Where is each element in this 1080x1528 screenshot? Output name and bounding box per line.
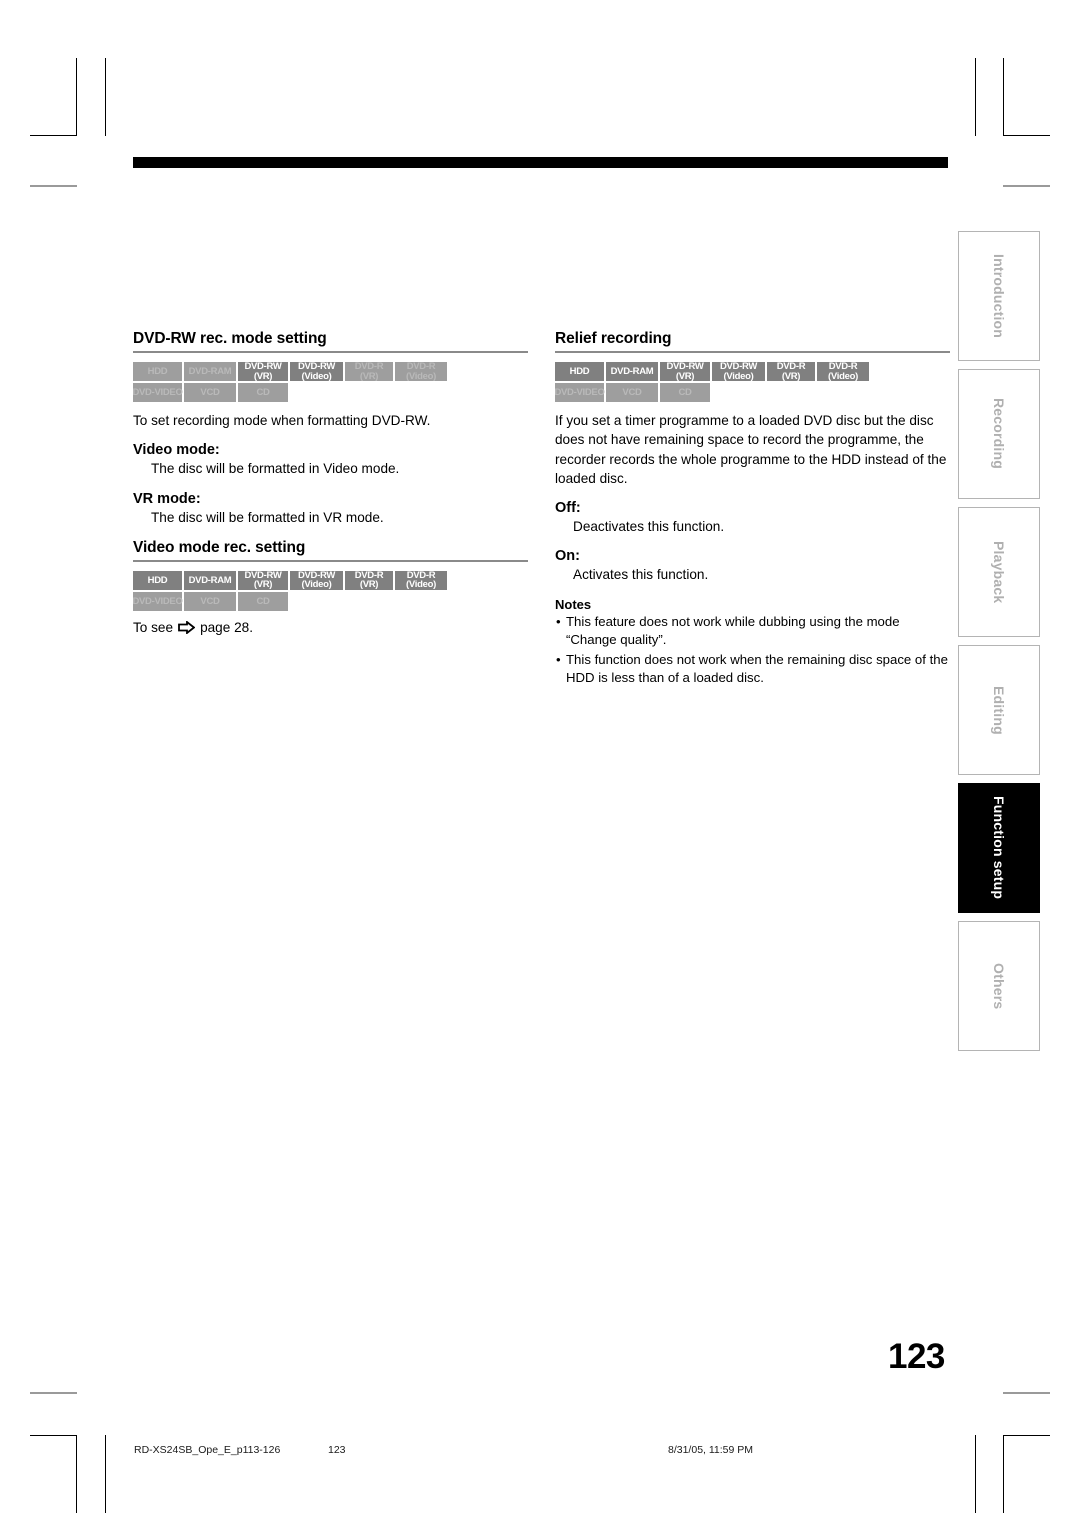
subtext-video-mode: The disc will be formatted in Video mode…: [151, 461, 400, 477]
subtext-on: Activates this function.: [573, 567, 709, 583]
badge-vcd: VCD: [606, 383, 658, 402]
sidebar-item-introduction[interactable]: Introduction: [958, 231, 1040, 361]
badge-dvd-video: DVD-VIDEO: [132, 383, 183, 402]
footer-timestamp: 8/31/05, 11:59 PM: [668, 1444, 754, 1456]
cross-reference-line: To see page 28.: [133, 620, 528, 635]
sidebar-item-label: Introduction: [991, 253, 1007, 339]
badge-row-bottom: DVD-VIDEO VCD CD: [554, 383, 950, 402]
crop-mark-bottom-right-v2: [975, 1435, 976, 1513]
crop-mark-top-right-v2: [975, 58, 976, 136]
badge-dvd-rw-video: DVD-RW (Video): [712, 362, 765, 381]
crop-mark-top-right: [1003, 58, 1004, 136]
badge-dvd-r-vr: DVD-R (VR): [767, 362, 815, 381]
section-title-relief-recording: Relief recording: [555, 330, 672, 347]
badge-dvd-video: DVD-VIDEO: [554, 383, 605, 402]
badge-dvd-r-video: DVD-R (Video): [395, 571, 447, 590]
note-list-item: • This function does not work when the re…: [555, 651, 950, 687]
disc-compatibility-badges-3: HDD DVD-RAM DVD-RW (VR) DVD-RW (Video) D…: [554, 362, 950, 402]
registration-mark-bottom-right: [1003, 1392, 1050, 1394]
see-page-label: page 28.: [200, 619, 253, 635]
badge-dvd-r-vr: DVD-R (VR): [345, 571, 393, 590]
bullet-icon: •: [556, 613, 561, 629]
badge-hdd: HDD: [555, 362, 604, 381]
subheading-video-mode: Video mode:: [133, 442, 220, 459]
note-text: This feature does not work while dubbing…: [566, 613, 900, 647]
subheading-vr-mode: VR mode:: [133, 490, 201, 507]
badge-dvd-r-vr: DVD-R (VR): [345, 362, 393, 381]
badge-cd: CD: [238, 383, 288, 402]
sidebar-item-label: Editing: [991, 685, 1007, 735]
badge-vcd: VCD: [184, 383, 236, 402]
disc-compatibility-badges-2: HDD DVD-RAM DVD-RW (VR) DVD-RW (Video) D…: [132, 571, 528, 611]
badge-vcd: VCD: [184, 591, 236, 611]
subtext-off: Deactivates this function.: [573, 519, 725, 535]
sidebar-item-editing[interactable]: Editing: [958, 645, 1040, 775]
crop-mark-bottom-left-h: [30, 1435, 77, 1436]
sidebar-item-playback[interactable]: Playback: [958, 507, 1040, 637]
subheading-off: Off:: [555, 500, 581, 517]
section-title-dvd-rw-rec-mode: DVD-RW rec. mode setting: [133, 330, 327, 347]
crop-mark-bottom-right-h: [1003, 1435, 1050, 1436]
sidebar-item-label: Recording: [991, 398, 1007, 470]
badge-dvd-ram: DVD-RAM: [184, 570, 236, 590]
subheading-on: On:: [555, 548, 580, 565]
note-text: This function does not work when the rem…: [566, 652, 948, 686]
sidebar-item-recording[interactable]: Recording: [958, 369, 1040, 499]
crop-mark-bottom-left-v2: [105, 1435, 106, 1513]
badge-dvd-rw-vr: DVD-RW (VR): [238, 362, 288, 381]
badge-dvd-r-video: DVD-R (Video): [395, 362, 447, 381]
registration-mark-top-left: [30, 185, 77, 187]
right-arrow-icon: [178, 620, 196, 635]
bullet-icon: •: [556, 652, 561, 668]
section-title-underline: [555, 351, 950, 353]
badge-dvd-ram: DVD-RAM: [184, 362, 236, 381]
badge-cd: CD: [238, 591, 288, 611]
notes-heading: Notes: [555, 596, 592, 612]
badge-dvd-rw-video: DVD-RW (Video): [290, 362, 343, 381]
badge-row-top: HDD DVD-RAM DVD-RW (VR) DVD-RW (Video) D…: [133, 362, 528, 381]
subtext-vr-mode: The disc will be formatted in VR mode.: [151, 509, 384, 525]
badge-hdd: HDD: [133, 362, 182, 381]
crop-mark-bottom-right: [1003, 1435, 1004, 1513]
see-prefix-label: To see: [133, 619, 174, 635]
sidebar-item-label: Function setup: [991, 796, 1007, 900]
note-list-item: • This feature does not work while dubbin…: [555, 613, 950, 649]
sidebar-item-others[interactable]: Others: [958, 921, 1040, 1051]
badge-hdd: HDD: [133, 570, 182, 590]
side-index-tabs: Introduction Recording Playback Editing …: [958, 231, 1040, 1059]
badge-dvd-rw-vr: DVD-RW (VR): [660, 362, 710, 381]
page-number: 123: [888, 1337, 945, 1376]
registration-mark-top-right: [1003, 185, 1050, 187]
section-intro-text: To set recording mode when formatting DV…: [133, 413, 431, 428]
badge-row-bottom: DVD-VIDEO VCD CD: [132, 383, 528, 402]
footer-page-number: 123: [328, 1444, 346, 1456]
left-column: DVD-RW rec. mode setting HDD DVD-RAM DVD…: [132, 330, 528, 635]
badge-row-top: HDD DVD-RAM DVD-RW (VR) DVD-RW (Video) D…: [133, 571, 528, 590]
crop-mark-top-left-v2: [105, 58, 106, 136]
section-title-underline: [133, 351, 528, 353]
sidebar-item-label: Playback: [991, 540, 1007, 604]
sidebar-item-function-setup[interactable]: Function setup: [958, 783, 1040, 913]
badge-dvd-r-video: DVD-R (Video): [817, 362, 869, 381]
crop-mark-top-right-h: [1003, 135, 1050, 136]
badge-dvd-rw-video: DVD-RW (Video): [290, 571, 343, 590]
sidebar-item-label: Others: [991, 962, 1007, 1010]
section-title-video-mode-rec-setting: Video mode rec. setting: [133, 538, 306, 556]
badge-dvd-video: DVD-VIDEO: [132, 591, 183, 611]
section-title-underline-2: [133, 559, 528, 562]
badge-cd: CD: [660, 383, 710, 402]
badge-dvd-rw-vr: DVD-RW (VR): [238, 571, 288, 590]
crop-mark-top-left: [76, 58, 77, 136]
badge-dvd-ram: DVD-RAM: [606, 362, 658, 381]
footer-filename: RD-XS24SB_Ope_E_p113-126: [134, 1444, 281, 1456]
right-column: Relief recording HDD DVD-RAM DVD-RW (VR)…: [554, 330, 950, 690]
page-header-rule: [133, 157, 948, 168]
crop-mark-top-left-h: [30, 135, 77, 136]
disc-compatibility-badges-1: HDD DVD-RAM DVD-RW (VR) DVD-RW (Video) D…: [132, 362, 528, 402]
registration-mark-bottom-left: [30, 1392, 77, 1394]
section-intro-text: If you set a timer programme to a loaded…: [555, 413, 947, 486]
crop-mark-bottom-left: [76, 1435, 77, 1513]
badge-row-top: HDD DVD-RAM DVD-RW (VR) DVD-RW (Video) D…: [555, 362, 950, 381]
badge-row-bottom: DVD-VIDEO VCD CD: [132, 591, 528, 611]
